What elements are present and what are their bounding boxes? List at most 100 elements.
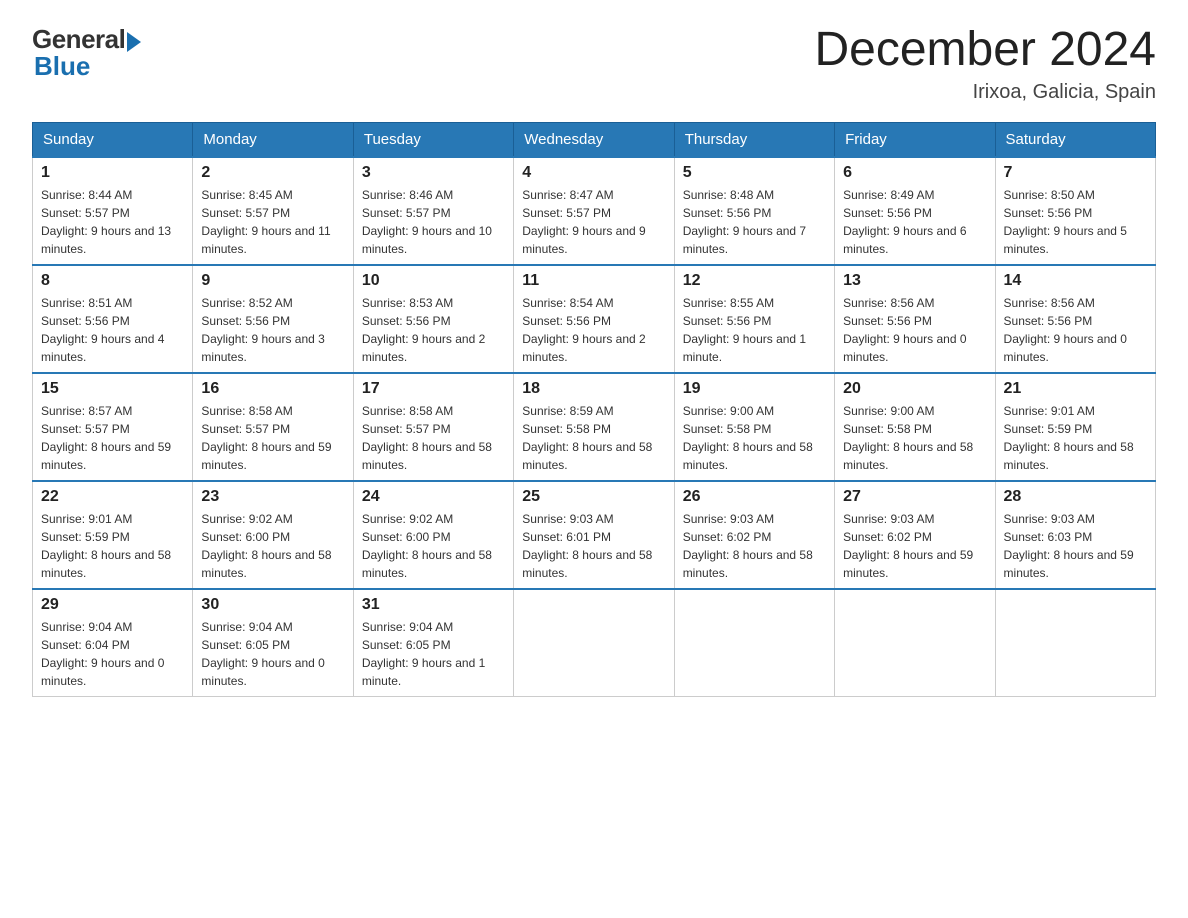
calendar-cell: 9Sunrise: 8:52 AMSunset: 5:56 PMDaylight… bbox=[193, 265, 353, 373]
calendar-cell: 28Sunrise: 9:03 AMSunset: 6:03 PMDayligh… bbox=[995, 481, 1155, 589]
day-info: Sunrise: 8:48 AMSunset: 5:56 PMDaylight:… bbox=[683, 186, 826, 258]
week-row-2: 8 Sunrise: 8:51 AMSunset: 5:56 PMDaylight… bbox=[33, 265, 1156, 373]
calendar-cell: 21 Sunrise: 9:01 AMSunset: 5:59 PMDayligh… bbox=[995, 373, 1155, 481]
day-info: Sunrise: 9:04 AMSunset: 6:04 PMDaylight:… bbox=[41, 618, 184, 690]
calendar-cell: 29Sunrise: 9:04 AMSunset: 6:04 PMDayligh… bbox=[33, 589, 193, 697]
calendar-cell: 17 Sunrise: 8:58 AMSunset: 5:57 PMDayligh… bbox=[353, 373, 513, 481]
calendar-cell: 20 Sunrise: 9:00 AMSunset: 5:58 PMDayligh… bbox=[835, 373, 995, 481]
calendar-cell: 10 Sunrise: 8:53 AMSunset: 5:56 PMDayligh… bbox=[353, 265, 513, 373]
day-info: Sunrise: 8:56 AMSunset: 5:56 PMDaylight:… bbox=[843, 294, 986, 366]
calendar-cell: 16 Sunrise: 8:58 AMSunset: 5:57 PMDayligh… bbox=[193, 373, 353, 481]
day-number: 31 bbox=[362, 596, 505, 614]
calendar-cell bbox=[514, 589, 674, 697]
header-friday: Friday bbox=[835, 122, 995, 157]
day-number: 8 bbox=[41, 272, 184, 290]
calendar-cell: 24 Sunrise: 9:02 AMSunset: 6:00 PMDayligh… bbox=[353, 481, 513, 589]
day-info: Sunrise: 8:54 AMSunset: 5:56 PMDaylight:… bbox=[522, 294, 665, 366]
day-number: 6 bbox=[843, 164, 986, 182]
week-row-4: 22 Sunrise: 9:01 AMSunset: 5:59 PMDayligh… bbox=[33, 481, 1156, 589]
day-number: 10 bbox=[362, 272, 505, 290]
day-number: 11 bbox=[522, 272, 665, 290]
header-sunday: Sunday bbox=[33, 122, 193, 157]
title-block: December 2024 Irixoa, Galicia, Spain bbox=[814, 24, 1156, 104]
day-info: Sunrise: 9:04 AMSunset: 6:05 PMDaylight:… bbox=[362, 618, 505, 690]
day-number: 25 bbox=[522, 488, 665, 506]
week-row-5: 29Sunrise: 9:04 AMSunset: 6:04 PMDayligh… bbox=[33, 589, 1156, 697]
day-number: 14 bbox=[1004, 272, 1147, 290]
day-number: 15 bbox=[41, 380, 184, 398]
calendar-header: SundayMondayTuesdayWednesdayThursdayFrid… bbox=[33, 122, 1156, 157]
logo-blue-text: Blue bbox=[32, 51, 90, 82]
day-info: Sunrise: 9:00 AMSunset: 5:58 PMDaylight:… bbox=[843, 402, 986, 474]
calendar-cell: 27 Sunrise: 9:03 AMSunset: 6:02 PMDayligh… bbox=[835, 481, 995, 589]
day-info: Sunrise: 8:53 AMSunset: 5:56 PMDaylight:… bbox=[362, 294, 505, 366]
day-info: Sunrise: 9:04 AMSunset: 6:05 PMDaylight:… bbox=[201, 618, 344, 690]
day-info: Sunrise: 9:03 AMSunset: 6:02 PMDaylight:… bbox=[683, 510, 826, 582]
calendar-cell: 23 Sunrise: 9:02 AMSunset: 6:00 PMDayligh… bbox=[193, 481, 353, 589]
day-info: Sunrise: 9:02 AMSunset: 6:00 PMDaylight:… bbox=[362, 510, 505, 582]
day-info: Sunrise: 9:00 AMSunset: 5:58 PMDaylight:… bbox=[683, 402, 826, 474]
calendar-cell: 4Sunrise: 8:47 AMSunset: 5:57 PMDaylight… bbox=[514, 157, 674, 265]
main-title: December 2024 bbox=[814, 24, 1156, 77]
day-number: 22 bbox=[41, 488, 184, 506]
calendar-cell: 26 Sunrise: 9:03 AMSunset: 6:02 PMDayligh… bbox=[674, 481, 834, 589]
calendar-cell bbox=[835, 589, 995, 697]
calendar-cell: 1Sunrise: 8:44 AMSunset: 5:57 PMDaylight… bbox=[33, 157, 193, 265]
day-info: Sunrise: 8:50 AMSunset: 5:56 PMDaylight:… bbox=[1004, 186, 1147, 258]
day-number: 18 bbox=[522, 380, 665, 398]
calendar-cell: 12 Sunrise: 8:55 AMSunset: 5:56 PMDayligh… bbox=[674, 265, 834, 373]
day-info: Sunrise: 8:51 AMSunset: 5:56 PMDaylight:… bbox=[41, 294, 184, 366]
day-info: Sunrise: 8:45 AMSunset: 5:57 PMDaylight:… bbox=[201, 186, 344, 258]
calendar-cell: 13 Sunrise: 8:56 AMSunset: 5:56 PMDayligh… bbox=[835, 265, 995, 373]
day-info: Sunrise: 8:49 AMSunset: 5:56 PMDaylight:… bbox=[843, 186, 986, 258]
logo-arrow-icon bbox=[127, 32, 141, 52]
header-wednesday: Wednesday bbox=[514, 122, 674, 157]
day-number: 21 bbox=[1004, 380, 1147, 398]
day-info: Sunrise: 9:03 AMSunset: 6:02 PMDaylight:… bbox=[843, 510, 986, 582]
header-row: SundayMondayTuesdayWednesdayThursdayFrid… bbox=[33, 122, 1156, 157]
day-number: 30 bbox=[201, 596, 344, 614]
calendar-cell: 8 Sunrise: 8:51 AMSunset: 5:56 PMDaylight… bbox=[33, 265, 193, 373]
calendar-cell: 25 Sunrise: 9:03 AMSunset: 6:01 PMDayligh… bbox=[514, 481, 674, 589]
day-info: Sunrise: 9:02 AMSunset: 6:00 PMDaylight:… bbox=[201, 510, 344, 582]
day-number: 2 bbox=[201, 164, 344, 182]
header-thursday: Thursday bbox=[674, 122, 834, 157]
day-info: Sunrise: 8:59 AMSunset: 5:58 PMDaylight:… bbox=[522, 402, 665, 474]
header-saturday: Saturday bbox=[995, 122, 1155, 157]
day-number: 20 bbox=[843, 380, 986, 398]
calendar-table: SundayMondayTuesdayWednesdayThursdayFrid… bbox=[32, 122, 1156, 697]
day-info: Sunrise: 8:55 AMSunset: 5:56 PMDaylight:… bbox=[683, 294, 826, 366]
calendar-cell: 2 Sunrise: 8:45 AMSunset: 5:57 PMDaylight… bbox=[193, 157, 353, 265]
day-number: 23 bbox=[201, 488, 344, 506]
calendar-cell: 22 Sunrise: 9:01 AMSunset: 5:59 PMDayligh… bbox=[33, 481, 193, 589]
day-info: Sunrise: 8:46 AMSunset: 5:57 PMDaylight:… bbox=[362, 186, 505, 258]
calendar-cell: 11 Sunrise: 8:54 AMSunset: 5:56 PMDayligh… bbox=[514, 265, 674, 373]
week-row-3: 15Sunrise: 8:57 AMSunset: 5:57 PMDayligh… bbox=[33, 373, 1156, 481]
calendar-cell: 6 Sunrise: 8:49 AMSunset: 5:56 PMDaylight… bbox=[835, 157, 995, 265]
calendar-cell bbox=[674, 589, 834, 697]
day-info: Sunrise: 9:03 AMSunset: 6:01 PMDaylight:… bbox=[522, 510, 665, 582]
day-number: 16 bbox=[201, 380, 344, 398]
day-info: Sunrise: 8:47 AMSunset: 5:57 PMDaylight:… bbox=[522, 186, 665, 258]
day-number: 5 bbox=[683, 164, 826, 182]
header-monday: Monday bbox=[193, 122, 353, 157]
day-number: 3 bbox=[362, 164, 505, 182]
calendar-body: 1Sunrise: 8:44 AMSunset: 5:57 PMDaylight… bbox=[33, 157, 1156, 697]
day-info: Sunrise: 9:03 AMSunset: 6:03 PMDaylight:… bbox=[1004, 510, 1147, 582]
day-number: 1 bbox=[41, 164, 184, 182]
day-info: Sunrise: 9:01 AMSunset: 5:59 PMDaylight:… bbox=[1004, 402, 1147, 474]
day-number: 27 bbox=[843, 488, 986, 506]
day-number: 12 bbox=[683, 272, 826, 290]
day-info: Sunrise: 8:58 AMSunset: 5:57 PMDaylight:… bbox=[362, 402, 505, 474]
day-number: 13 bbox=[843, 272, 986, 290]
location-subtitle: Irixoa, Galicia, Spain bbox=[814, 81, 1156, 104]
day-info: Sunrise: 8:52 AMSunset: 5:56 PMDaylight:… bbox=[201, 294, 344, 366]
page-header: General Blue December 2024 Irixoa, Galic… bbox=[32, 24, 1156, 104]
calendar-cell bbox=[995, 589, 1155, 697]
day-number: 17 bbox=[362, 380, 505, 398]
day-number: 26 bbox=[683, 488, 826, 506]
day-info: Sunrise: 8:58 AMSunset: 5:57 PMDaylight:… bbox=[201, 402, 344, 474]
day-info: Sunrise: 9:01 AMSunset: 5:59 PMDaylight:… bbox=[41, 510, 184, 582]
calendar-cell: 7Sunrise: 8:50 AMSunset: 5:56 PMDaylight… bbox=[995, 157, 1155, 265]
day-number: 24 bbox=[362, 488, 505, 506]
